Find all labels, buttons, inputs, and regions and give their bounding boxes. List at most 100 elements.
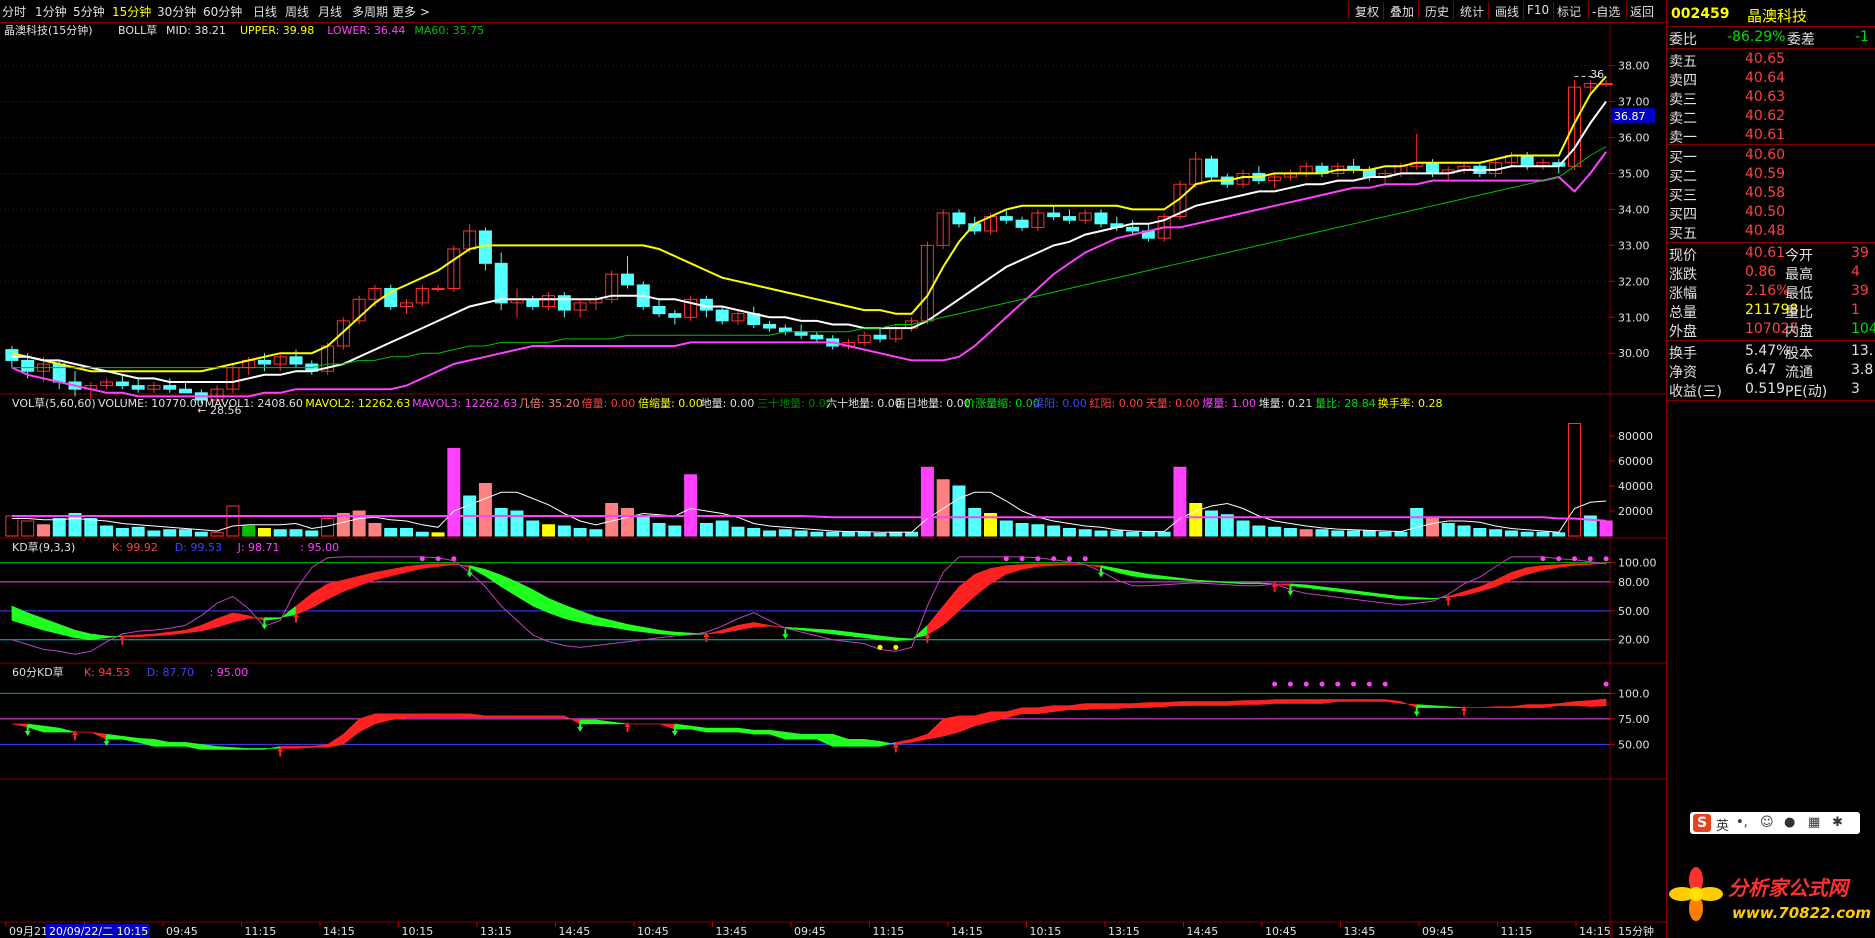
period-tab-9[interactable]: 多周期: [352, 3, 388, 20]
kd-ribbon: [422, 713, 439, 719]
stock-name: 晶澳科技: [1747, 7, 1808, 25]
stat-row: 总量 211798 量比 1: [1667, 301, 1875, 321]
candle-body: [778, 327, 792, 333]
kd-ribbon: [1290, 583, 1307, 588]
overbought-dot: [1540, 556, 1546, 562]
tool-button-7[interactable]: -自选: [1588, 2, 1623, 20]
buy-price: 40.60: [1745, 147, 1786, 163]
volume-bar: [52, 518, 66, 537]
overbought-dot: [435, 556, 441, 562]
x-tick-label: 09:45: [166, 925, 198, 938]
kd-ribbon: [406, 564, 423, 573]
ime-emoji-icon[interactable]: ☺: [1760, 815, 1774, 830]
kd-ribbon: [942, 586, 960, 626]
tool-button-5[interactable]: F10: [1523, 2, 1552, 20]
period-tab-7[interactable]: 周线: [285, 3, 309, 20]
ime-punct-icon[interactable]: •,: [1736, 815, 1748, 830]
ime-keyboard-icon[interactable]: ▦: [1808, 815, 1820, 830]
vol-param: 换手率: 0.28: [1378, 396, 1443, 410]
overbought-dot: [451, 556, 457, 562]
ime-toolbar[interactable]: S 英 •, ☺ ● ▦ ✱: [1690, 812, 1860, 834]
sell-price: 40.62: [1745, 108, 1786, 124]
kd-ribbon: [658, 723, 676, 730]
kd-ribbon: [1353, 590, 1370, 596]
ime-logo-icon[interactable]: S: [1693, 814, 1711, 832]
volume-bar: [668, 525, 682, 537]
period-tab-4[interactable]: 30分钟: [157, 3, 196, 20]
stat-label: 换手: [1669, 346, 1697, 362]
period-tab-0[interactable]: 分时: [2, 3, 26, 20]
kd-ribbon: [1148, 573, 1165, 580]
kd-ribbon: [1495, 706, 1512, 708]
volume-bar: [1347, 530, 1361, 537]
death-cross-arrow-icon: [782, 629, 789, 640]
chart-area[interactable]: 晶澳科技(15分钟) BOLL草 MID: 38.21 UPPER: 39.98 LOW…: [0, 22, 1666, 938]
ime-mic-icon[interactable]: ●: [1784, 815, 1795, 830]
tool-button-4[interactable]: 画线: [1488, 2, 1525, 20]
volume-bar: [147, 530, 161, 537]
kd-ribbon: [1321, 699, 1339, 704]
volume-bar: [1599, 520, 1613, 537]
kd-ribbon: [879, 741, 897, 747]
kd-ribbon: [216, 612, 234, 628]
period-tab-8[interactable]: 月线: [318, 3, 342, 20]
volume-bar: [384, 528, 398, 537]
volume-bar: [557, 525, 571, 537]
kd-ribbon: [785, 731, 802, 740]
weicha-value: -1: [1855, 29, 1869, 45]
tool-button-1[interactable]: 叠加: [1383, 2, 1420, 20]
kd-ribbon: [153, 631, 170, 637]
kd-ribbon: [343, 718, 360, 745]
candle-body: [1015, 219, 1029, 228]
y-tick-label: 100.00: [1618, 557, 1657, 570]
kd-ribbon: [974, 711, 991, 727]
death-cross-arrow-icon: [1098, 567, 1105, 578]
boll-line-mid: [11, 100, 1607, 383]
tool-button-2[interactable]: 历史: [1418, 2, 1455, 20]
candle-body: [1425, 162, 1439, 174]
ime-lang[interactable]: 英: [1716, 815, 1729, 834]
kd-ribbon: [27, 723, 44, 733]
volume-bar: [857, 531, 871, 537]
volume-bar: [1031, 524, 1045, 537]
weicha-label: 委差: [1787, 32, 1815, 48]
y-tick-label: 40000: [1618, 480, 1653, 493]
ime-settings-icon[interactable]: ✱: [1832, 815, 1843, 830]
kd-ribbon: [800, 627, 818, 633]
volume-bar: [1173, 466, 1187, 537]
vol-param: 梁阳: 0.00: [1033, 396, 1087, 410]
kd-ribbon: [990, 565, 1007, 585]
kd-ribbon: [643, 626, 660, 635]
period-tab-1[interactable]: 1分钟: [35, 3, 67, 20]
kd-ribbon: [1242, 700, 1260, 705]
candle-body: [873, 334, 887, 340]
period-tab-3[interactable]: 15分钟: [112, 3, 151, 20]
kd-ribbon: [1542, 703, 1560, 708]
divider: [1667, 144, 1875, 145]
main-param: LOWER: 36.44: [327, 24, 405, 37]
kd-ribbon: [1037, 705, 1054, 715]
stat-value: 40.61: [1745, 245, 1786, 261]
watermark-logo: 分析家公式网 www.70822.com: [1668, 860, 1871, 934]
kd-ribbon: [564, 715, 581, 725]
volume-bar: [620, 508, 634, 537]
buy-label: 买五: [1669, 226, 1697, 242]
kd-ribbon: [1179, 577, 1196, 582]
kd-ribbon: [485, 569, 502, 588]
period-tab-2[interactable]: 5分钟: [73, 3, 105, 20]
period-tab-5[interactable]: 60分钟: [203, 3, 242, 20]
stat-value: 4: [1851, 264, 1860, 280]
kd-ribbon: [500, 574, 518, 597]
kd-ribbon: [11, 723, 28, 728]
tool-button-8[interactable]: 返回: [1626, 2, 1657, 20]
buy-price: 40.58: [1745, 185, 1786, 201]
period-tab-6[interactable]: 日线: [253, 3, 277, 20]
period-tab-10[interactable]: 更多 >: [392, 3, 430, 20]
stat-value: 0.86: [1745, 264, 1777, 280]
kd-ribbon: [422, 563, 439, 569]
tool-button-0[interactable]: 复权: [1348, 2, 1385, 20]
tool-button-6[interactable]: 标记: [1553, 2, 1584, 20]
stat-label: 最低: [1785, 286, 1813, 302]
volume-bar: [905, 531, 919, 537]
tool-button-3[interactable]: 统计: [1453, 2, 1490, 20]
